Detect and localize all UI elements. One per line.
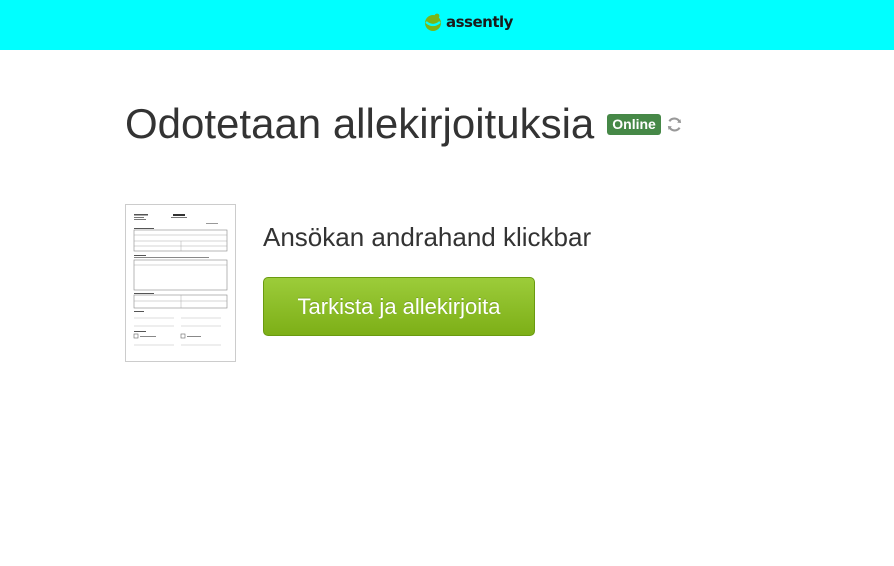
document-thumbnail[interactable]: [125, 204, 236, 362]
document-name: Ansökan andrahand klickbar: [263, 222, 592, 252]
top-bar: assently: [0, 0, 894, 50]
assently-logo-icon: [425, 13, 441, 31]
review-and-sign-button[interactable]: Tarkista ja allekirjoita: [263, 277, 535, 336]
page-title: Odotetaan allekirjoituksia: [125, 100, 595, 147]
brand-logo[interactable]: assently: [423, 11, 513, 33]
document-preview-icon: [133, 214, 228, 346]
brand-name: assently: [446, 13, 513, 31]
heading-row: Odotetaan allekirjoituksia Online: [125, 98, 683, 150]
status-badge: Online: [607, 113, 661, 135]
refresh-icon[interactable]: [666, 116, 683, 133]
